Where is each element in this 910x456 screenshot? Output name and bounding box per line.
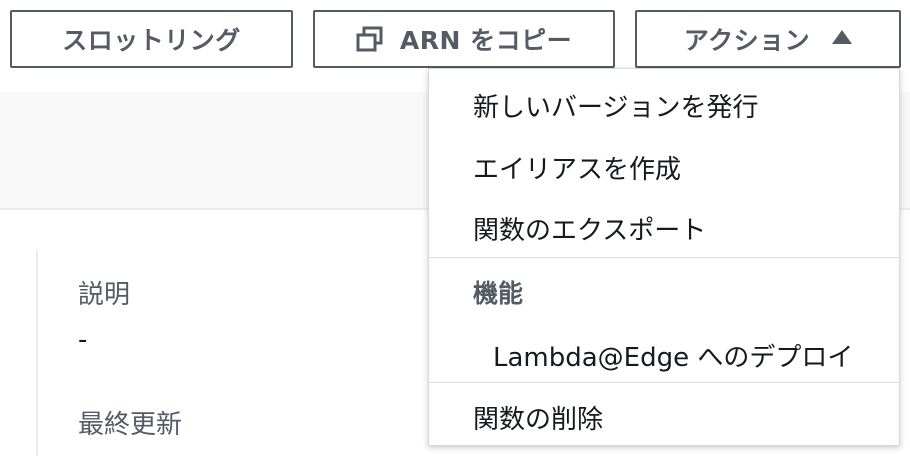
publish-version-menu-item[interactable]: 新しいバージョンを発行 (473, 87, 758, 124)
menu-divider (429, 257, 899, 258)
copy-arn-button[interactable]: ARN をコピー (313, 10, 615, 68)
copy-icon (356, 26, 383, 52)
caret-up-icon (832, 30, 853, 44)
create-alias-menu-item[interactable]: エイリアスを作成 (473, 149, 681, 186)
deploy-lambda-edge-menu-item[interactable]: Lambda@Edge へのデプロイ (493, 337, 853, 374)
description-label: 説明 (78, 280, 131, 310)
column-divider (36, 250, 38, 456)
delete-function-menu-item[interactable]: 関数の削除 (473, 399, 603, 436)
last-modified-label: 最終更新 (78, 410, 183, 440)
capabilities-menu-header: 機能 (473, 279, 524, 308)
menu-divider (429, 382, 899, 383)
description-value: - (78, 325, 88, 355)
actions-button-label: アクション (683, 26, 811, 55)
actions-dropdown-button[interactable]: アクション (635, 10, 901, 68)
actions-menu: 新しいバージョンを発行 エイリアスを作成 関数のエクスポート 機能 Lambda… (428, 68, 900, 446)
throttle-button-label: スロットリング (62, 26, 241, 55)
throttle-button[interactable]: スロットリング (10, 10, 293, 68)
export-function-menu-item[interactable]: 関数のエクスポート (473, 210, 706, 247)
copy-arn-button-label: ARN をコピー (399, 26, 573, 55)
